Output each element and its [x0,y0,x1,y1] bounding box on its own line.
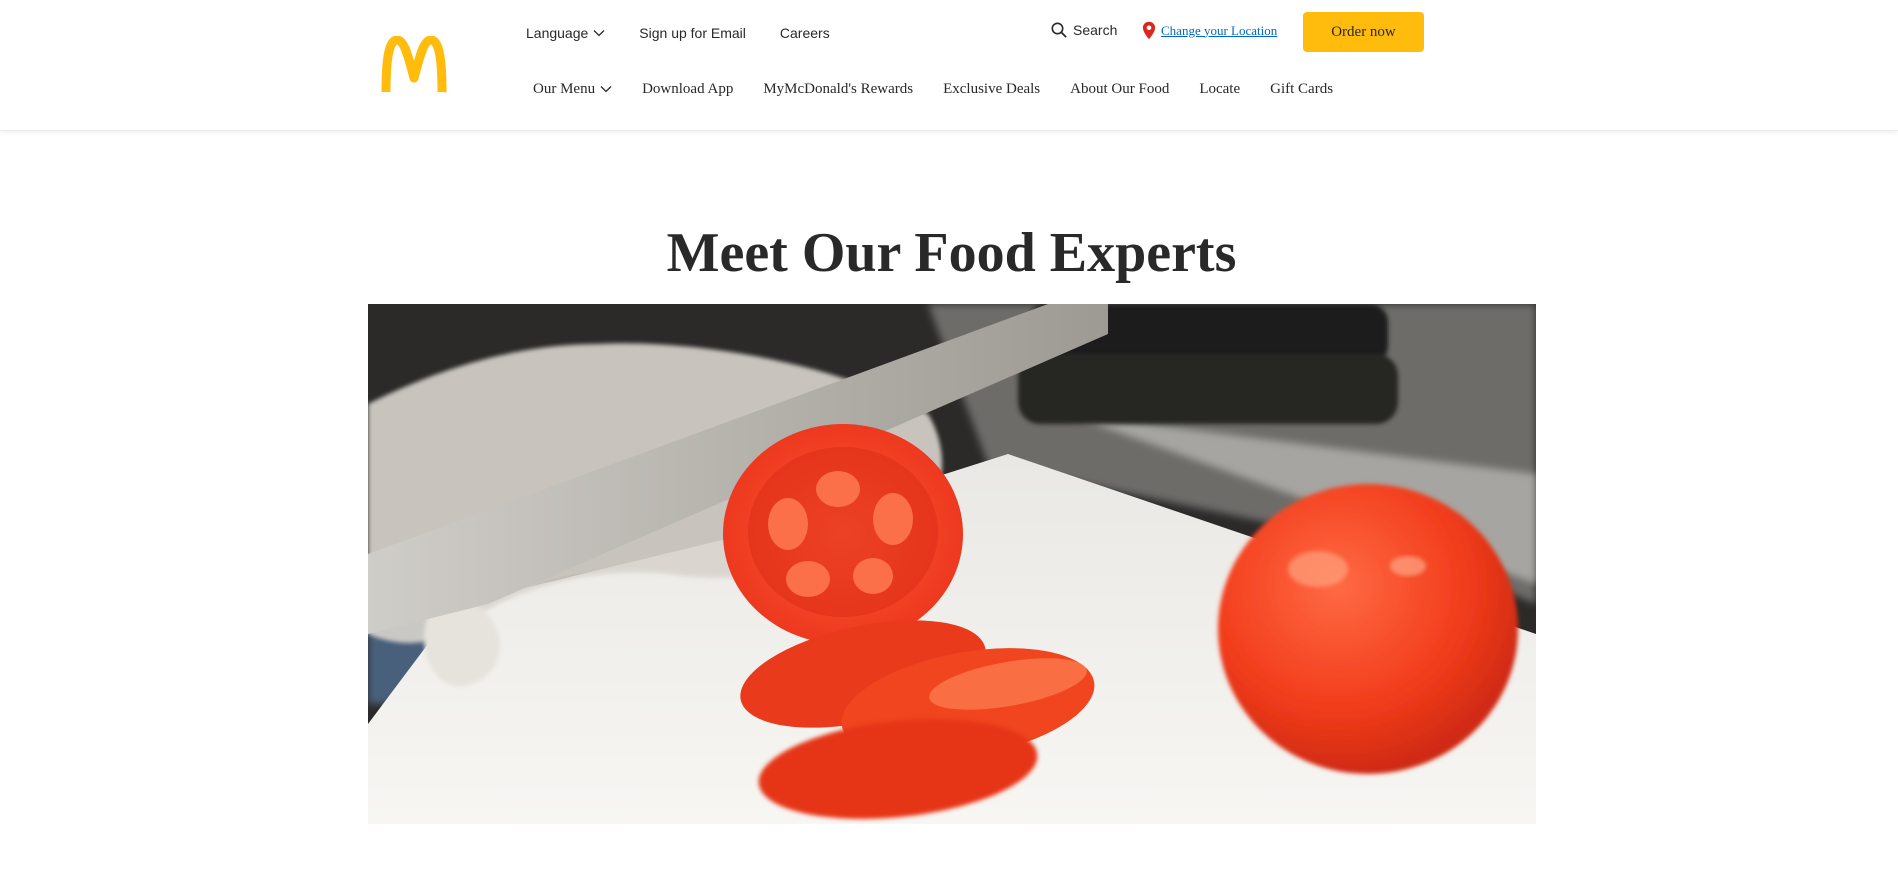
nav-our-menu[interactable]: Our Menu [533,81,612,98]
careers-label: Careers [779,25,830,41]
nav-gift-cards[interactable]: Gift Cards [1270,81,1333,98]
main-nav: Our Menu Download App MyMcDonald's Rewar… [533,78,1363,100]
chevron-down-icon [600,86,612,93]
nav-rewards-label: MyMcDonald's Rewards [763,80,914,97]
nav-locate[interactable]: Locate [1199,81,1240,98]
hero-image [368,304,1536,824]
nav-rewards[interactable]: MyMcDonald's Rewards [763,81,913,98]
nav-our-menu-label: Our Menu [533,80,596,97]
svg-text:®: ® [444,89,447,94]
nav-download-app[interactable]: Download App [642,81,733,98]
nav-gift-cards-label: Gift Cards [1270,80,1334,97]
search-icon [1051,22,1067,38]
nav-exclusive-deals-label: Exclusive Deals [943,80,1041,97]
utility-nav: Language Sign up for Email Careers [526,22,864,44]
nav-about-our-food[interactable]: About Our Food [1070,81,1169,98]
page-title: Meet Our Food Experts [666,222,1237,284]
site-header: ® Language Sign up for Email Careers Sea… [0,0,1898,131]
search-label: Search [1073,22,1118,38]
careers-link[interactable]: Careers [780,25,830,41]
nav-exclusive-deals[interactable]: Exclusive Deals [943,81,1040,98]
email-signup-link[interactable]: Sign up for Email [639,25,746,41]
language-label: Language [526,25,589,41]
email-signup-label: Sign up for Email [639,25,746,41]
nav-about-our-food-label: About Our Food [1070,80,1170,97]
tomato-slicing-photo [368,304,1536,824]
change-location-link[interactable]: Change your Location [1161,23,1277,39]
nav-download-app-label: Download App [642,80,734,97]
map-pin-icon [1142,21,1156,40]
mcdonalds-logo[interactable]: ® [380,36,448,94]
language-selector[interactable]: Language [526,25,605,41]
change-location[interactable]: Change your Location [1142,21,1277,40]
nav-locate-label: Locate [1199,80,1241,97]
search-button[interactable]: Search [1051,22,1117,38]
chevron-down-icon [593,30,605,37]
order-now-button[interactable]: Order now [1303,12,1424,52]
